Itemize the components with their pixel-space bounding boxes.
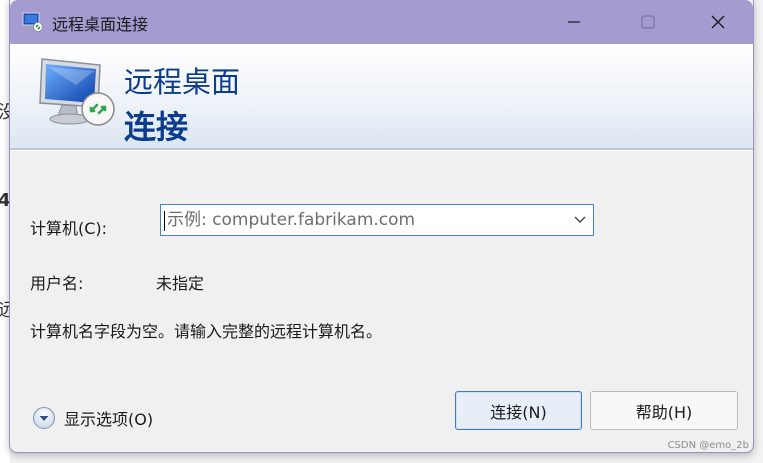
window-title: 远程桌面连接: [52, 15, 149, 34]
computer-input[interactable]: [167, 205, 567, 235]
banner-header: [10, 44, 753, 148]
show-options-label[interactable]: 显示选项(O): [64, 406, 153, 430]
header-title-line2: 连接: [124, 108, 189, 146]
close-button[interactable]: [690, 0, 746, 44]
header-divider-highlight: [10, 150, 753, 151]
close-icon: [711, 15, 725, 29]
title-bar[interactable]: 远程桌面连接: [10, 0, 753, 44]
maximize-button[interactable]: [620, 0, 676, 44]
header-title-line1: 远程桌面: [124, 65, 241, 99]
username-value: 未指定: [156, 274, 205, 293]
chevron-down-icon[interactable]: [573, 215, 587, 225]
minimize-button[interactable]: [546, 0, 602, 44]
computer-label: 计算机(C):: [30, 219, 108, 238]
username-label: 用户名:: [30, 274, 84, 293]
text-caret: [164, 211, 165, 231]
remote-desktop-icon: [22, 12, 43, 32]
maximize-icon: [641, 15, 655, 29]
background-window-right: [753, 0, 763, 463]
minimize-icon: [568, 21, 580, 23]
expand-options-icon: [33, 407, 55, 429]
help-button[interactable]: 帮助(H): [590, 391, 738, 430]
status-message: 计算机名字段为空。请输入完整的远程计算机名。: [30, 322, 383, 341]
watermark: CSDN @emo_2b: [667, 440, 749, 451]
computer-combobox[interactable]: [160, 204, 594, 236]
connect-button[interactable]: 连接(N): [455, 391, 582, 430]
show-options-toggle[interactable]: 显示选项(O): [32, 404, 153, 432]
remote-desktop-dialog: 远程桌面连接 远程桌面 连接 计算机(C): 示例: computer.fabr…: [9, 0, 754, 453]
remote-desktop-monitor-icon: [39, 58, 115, 126]
